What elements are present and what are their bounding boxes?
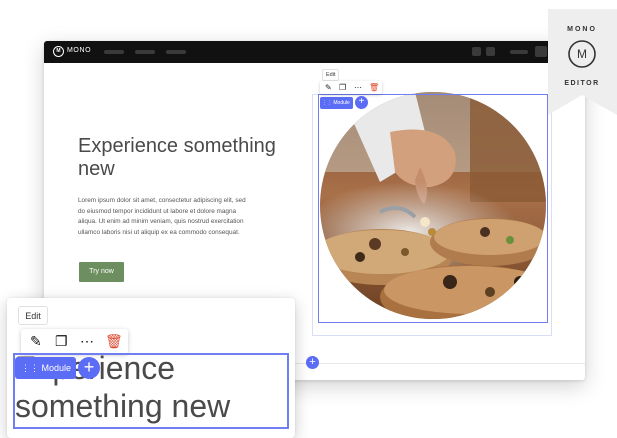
edit-tooltip-small: Edit — [322, 69, 340, 81]
brand-name[interactable]: MONO — [67, 47, 91, 54]
more-icon[interactable]: ⋯ — [354, 82, 362, 93]
site-header: M MONO — [44, 41, 585, 63]
more-icon[interactable]: ⋯ — [80, 332, 94, 350]
header-link-placeholder[interactable] — [510, 50, 528, 54]
nav-item-placeholder[interactable] — [135, 50, 155, 54]
header-icon-placeholder[interactable] — [472, 47, 481, 56]
badge-ribbon-icon: M MONO EDITOR — [548, 9, 617, 115]
delete-icon[interactable]: 🗑 — [369, 82, 379, 93]
zoom-editor-panel: Edit ✎ ❐ ⋯ 🗑 Experience something new ⋮⋮… — [7, 298, 295, 438]
header-button-placeholder[interactable] — [535, 46, 547, 57]
duplicate-icon[interactable]: ❐ — [55, 332, 68, 350]
nav-item-placeholder[interactable] — [166, 50, 186, 54]
hero-body-text: Lorem ipsum dolor sit amet, consectetur … — [78, 197, 246, 236]
module-label-text: Module — [333, 100, 350, 106]
module-label-text: Module — [41, 363, 72, 373]
drag-handle-icon[interactable]: ⋮⋮ — [322, 100, 332, 106]
hero-title: Experience something new — [78, 135, 276, 180]
brand-logo-icon[interactable]: M — [53, 46, 64, 57]
edit-icon[interactable]: ✎ — [325, 82, 332, 93]
module-toolbar-small: ✎ ❐ ⋯ 🗑 — [320, 81, 382, 94]
add-section-button[interactable]: + — [306, 356, 319, 369]
try-now-button[interactable]: Try now — [79, 262, 124, 282]
mono-editor-badge: M MONO EDITOR — [548, 9, 617, 120]
module-label[interactable]: ⋮⋮ Module — [15, 357, 76, 379]
add-module-button[interactable]: + — [78, 357, 100, 379]
header-icon-placeholder[interactable] — [486, 47, 495, 56]
image-module-selection[interactable] — [318, 94, 548, 323]
edit-tooltip: Edit — [18, 306, 48, 325]
badge-top-text: MONO — [567, 26, 597, 33]
add-module-button-small[interactable]: + — [355, 96, 368, 109]
badge-mark: M — [577, 47, 587, 61]
drag-handle-icon[interactable]: ⋮⋮ — [21, 363, 39, 373]
delete-icon[interactable]: 🗑 — [105, 332, 123, 350]
module-label-small[interactable]: ⋮⋮ Module — [320, 97, 353, 109]
edit-icon[interactable]: ✎ — [30, 332, 42, 350]
duplicate-icon[interactable]: ❐ — [339, 82, 346, 93]
badge-bottom-text: EDITOR — [564, 80, 599, 87]
nav-item-placeholder[interactable] — [104, 50, 124, 54]
